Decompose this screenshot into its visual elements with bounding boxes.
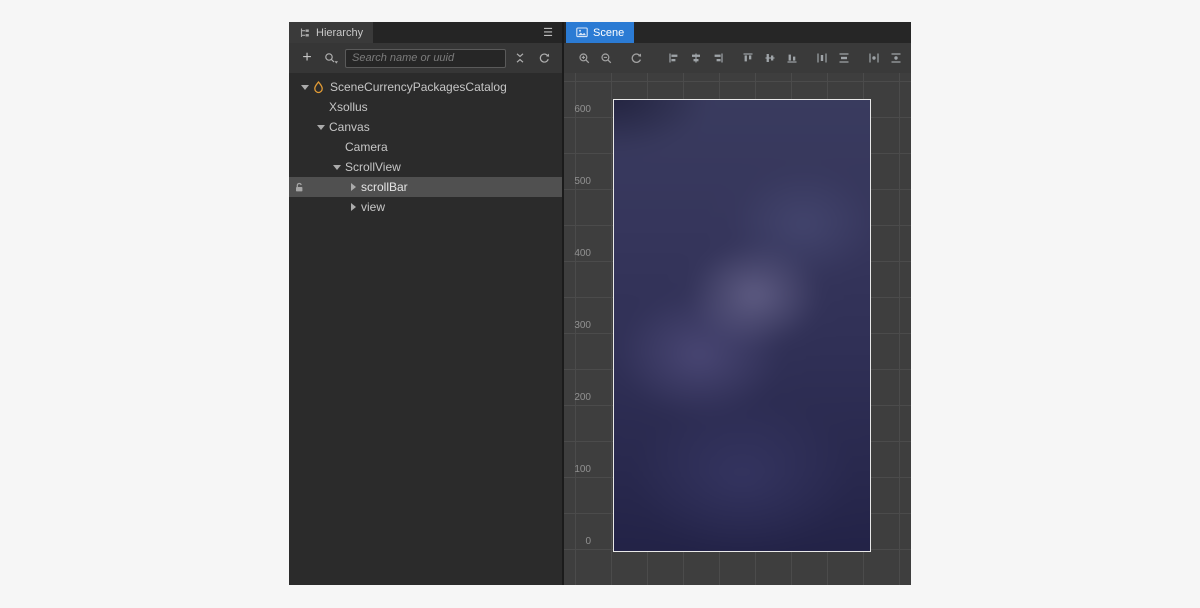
scene-canvas-content[interactable] — [613, 99, 871, 552]
hierarchy-menu-button[interactable]: ☰ — [534, 22, 562, 43]
refresh-button[interactable] — [534, 47, 554, 69]
space-vertical-button[interactable] — [886, 47, 906, 69]
distribute-vertical-button[interactable] — [834, 47, 854, 69]
collapse-arrow-icon[interactable] — [299, 81, 311, 93]
tree-item-label: Canvas — [329, 120, 370, 134]
tree-row-view[interactable]: view — [289, 197, 562, 217]
align-vcenter-button[interactable] — [760, 47, 780, 69]
align-left-icon — [668, 52, 680, 64]
ruler-label: 200 — [564, 392, 591, 403]
space-horizontal-button[interactable] — [864, 47, 884, 69]
ruler-label: 0 — [564, 536, 591, 547]
hierarchy-panel: Hierarchy ☰ + — [289, 22, 562, 585]
desktop: Hierarchy ☰ + — [0, 0, 1200, 608]
scene-viewport[interactable]: 600 500 400 300 200 100 0 — [564, 73, 911, 585]
collapse-all-button[interactable] — [510, 47, 530, 69]
scene-tab-label: Scene — [593, 27, 624, 39]
tree-item-label: ScrollView — [345, 160, 401, 174]
distribute-horizontal-icon — [816, 52, 828, 64]
expand-arrow-icon[interactable] — [347, 181, 359, 193]
space-vertical-icon — [890, 52, 902, 64]
arrow-spacer — [315, 101, 327, 113]
search-filter-button[interactable] — [321, 47, 341, 69]
search-input[interactable] — [345, 49, 506, 68]
zoom-out-button[interactable] — [596, 47, 616, 69]
arrow-spacer — [331, 141, 343, 153]
tree-item-label: Xsollus — [329, 100, 368, 114]
distribute-vertical-icon — [838, 52, 850, 64]
flame-scene-icon — [311, 80, 326, 94]
tree-item-label: SceneCurrencyPackagesCatalog — [330, 80, 507, 94]
expand-arrow-icon[interactable] — [347, 201, 359, 213]
tree-row-canvas[interactable]: Canvas — [289, 117, 562, 137]
search-icon — [324, 52, 339, 65]
zoom-in-button[interactable] — [574, 47, 594, 69]
align-hcenter-button[interactable] — [686, 47, 706, 69]
align-vcenter-icon — [764, 52, 776, 64]
reset-view-button[interactable] — [626, 47, 646, 69]
distribute-horizontal-button[interactable] — [812, 47, 832, 69]
align-right-button[interactable] — [708, 47, 728, 69]
hierarchy-toolbar: + — [289, 43, 562, 73]
plus-icon: + — [302, 50, 311, 66]
scene-tabbar: Scene — [564, 22, 911, 43]
ruler-label: 400 — [564, 248, 591, 259]
tabbar-spacer — [634, 22, 911, 43]
align-bottom-icon — [786, 52, 798, 64]
scene-panel: Scene — [564, 22, 911, 585]
tree-item-label: view — [361, 200, 385, 214]
collapse-all-icon — [514, 52, 526, 64]
ruler-label: 500 — [564, 176, 591, 187]
scene-image-icon — [576, 27, 588, 38]
tree-row-scene-root[interactable]: SceneCurrencyPackagesCatalog — [289, 77, 562, 97]
unlock-icon[interactable] — [293, 181, 305, 193]
align-top-button[interactable] — [738, 47, 758, 69]
rotate-view-icon — [630, 52, 643, 65]
align-top-icon — [742, 52, 754, 64]
tree-row-xsollus[interactable]: Xsollus — [289, 97, 562, 117]
space-horizontal-icon — [868, 52, 880, 64]
menu-icon: ☰ — [543, 26, 553, 39]
tree-item-label: scrollBar — [361, 180, 408, 194]
zoom-out-icon — [600, 52, 613, 65]
scene-background-image — [613, 99, 871, 552]
hierarchy-tree: SceneCurrencyPackagesCatalog Xsollus Can… — [289, 73, 562, 585]
ruler-label: 600 — [564, 104, 591, 115]
refresh-icon — [538, 52, 551, 65]
scene-toolbar — [564, 43, 911, 73]
tree-row-scrollview[interactable]: ScrollView — [289, 157, 562, 177]
align-left-button[interactable] — [664, 47, 684, 69]
hierarchy-tabbar: Hierarchy ☰ — [289, 22, 562, 43]
add-node-button[interactable]: + — [297, 47, 317, 69]
zoom-in-icon — [578, 52, 591, 65]
align-bottom-button[interactable] — [782, 47, 802, 69]
ruler-label: 100 — [564, 464, 591, 475]
collapse-arrow-icon[interactable] — [315, 121, 327, 133]
collapse-arrow-icon[interactable] — [331, 161, 343, 173]
tree-item-label: Camera — [345, 140, 388, 154]
hierarchy-icon — [299, 27, 311, 39]
tree-row-camera[interactable]: Camera — [289, 137, 562, 157]
hierarchy-tab-label: Hierarchy — [316, 27, 363, 39]
tree-row-scrollbar[interactable]: scrollBar — [289, 177, 562, 197]
align-hcenter-icon — [690, 52, 702, 64]
ruler-label: 300 — [564, 320, 591, 331]
editor-window: Hierarchy ☰ + — [289, 22, 911, 585]
tab-hierarchy[interactable]: Hierarchy — [289, 22, 373, 43]
tab-scene[interactable]: Scene — [566, 22, 634, 43]
align-right-icon — [712, 52, 724, 64]
tabbar-spacer — [373, 22, 534, 43]
